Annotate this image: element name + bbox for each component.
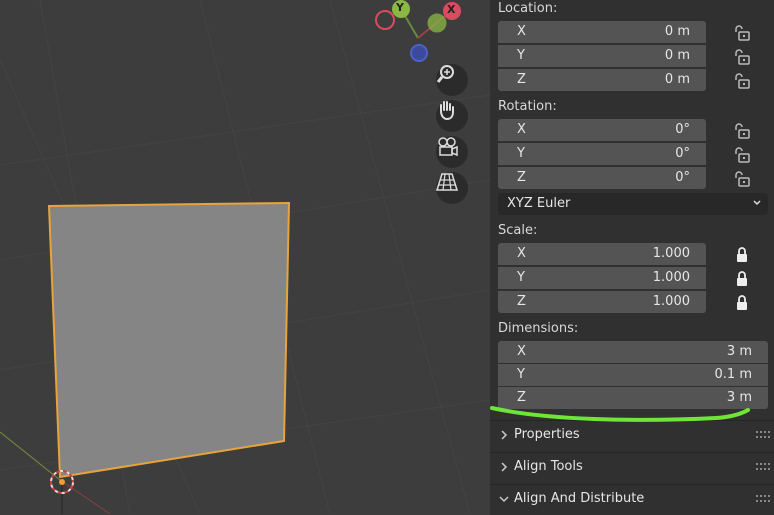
camera-icon <box>438 137 458 157</box>
axis-label: Y <box>517 270 525 285</box>
lock-open-icon[interactable] <box>732 72 752 90</box>
pan-button[interactable] <box>436 100 468 132</box>
rotation-label: Rotation: <box>498 99 557 114</box>
camera-view-button[interactable] <box>436 136 468 168</box>
location-x-field[interactable]: X 0 m <box>498 21 706 43</box>
lock-open-icon[interactable] <box>732 122 752 140</box>
location-label: Location: <box>498 1 558 16</box>
gizmo-neg-x-icon <box>375 10 395 30</box>
zoom-button[interactable] <box>436 64 468 96</box>
scale-label: Scale: <box>498 223 538 238</box>
perspective-toggle-button[interactable] <box>436 172 468 204</box>
drag-grip-icon[interactable] <box>756 431 770 439</box>
drag-grip-icon[interactable] <box>756 463 770 471</box>
field-value: 1.000 <box>652 294 690 309</box>
lock-closed-icon[interactable] <box>732 246 752 264</box>
dimensions-label: Dimensions: <box>498 321 579 336</box>
grid-perspective-icon <box>436 173 458 191</box>
axis-label: Y <box>517 146 525 161</box>
axis-label: X <box>517 246 526 261</box>
axis-label: X <box>517 122 526 137</box>
y-axis-line <box>0 431 61 481</box>
lock-open-icon[interactable] <box>732 48 752 66</box>
rotation-mode-value: XYZ Euler <box>507 196 571 211</box>
axis-label: Y <box>517 367 525 382</box>
selected-wall-mesh[interactable] <box>47 201 291 479</box>
rotation-y-field[interactable]: Y 0° <box>498 143 706 165</box>
field-value: 0° <box>675 146 690 161</box>
annotation-underline <box>490 406 750 422</box>
chevron-right-icon <box>501 462 508 472</box>
viewport-canvas <box>0 0 490 514</box>
field-value: 3 m <box>726 344 752 359</box>
chevron-right-icon <box>501 430 508 440</box>
scale-x-field[interactable]: X 1.000 <box>498 243 706 265</box>
lock-open-icon[interactable] <box>732 24 752 42</box>
rotation-z-field[interactable]: Z 0° <box>498 167 706 189</box>
panel-title: Align Tools <box>514 459 583 474</box>
chevron-down-icon <box>753 200 761 206</box>
3d-viewport[interactable]: Y X <box>0 0 490 514</box>
location-z-field[interactable]: Z 0 m <box>498 69 706 91</box>
field-value: 1.000 <box>652 246 690 261</box>
rotation-x-field[interactable]: X 0° <box>498 119 706 141</box>
field-value: 0 m <box>664 48 690 63</box>
dimensions-x-field[interactable]: X 3 m <box>498 341 768 363</box>
gizmo-y-label: Y <box>396 1 404 14</box>
axis-label: X <box>517 24 526 39</box>
hand-pan-icon <box>440 101 454 120</box>
axis-label: Z <box>517 170 526 185</box>
axis-label: X <box>517 344 526 359</box>
field-value: 1.000 <box>652 270 690 285</box>
drag-grip-icon[interactable] <box>756 495 770 503</box>
scale-z-field[interactable]: Z 1.000 <box>498 291 706 313</box>
gizmo-x-label: X <box>447 3 456 16</box>
field-value: 0 m <box>664 24 690 39</box>
lock-open-icon[interactable] <box>732 146 752 164</box>
axis-label: Z <box>517 72 526 87</box>
dimensions-y-field[interactable]: Y 0.1 m <box>498 364 768 386</box>
axis-label: Z <box>517 294 526 309</box>
zoom-icon <box>436 65 454 83</box>
panel-title: Align And Distribute <box>514 491 645 506</box>
lock-closed-icon[interactable] <box>732 270 752 288</box>
x-axis-line <box>59 479 111 514</box>
location-y-field[interactable]: Y 0 m <box>498 45 706 67</box>
field-value: 0° <box>675 122 690 137</box>
scale-y-field[interactable]: Y 1.000 <box>498 267 706 289</box>
transform-sidebar: Location: X 0 m Y 0 m Z 0 m Rotation: X … <box>490 0 774 515</box>
align-and-distribute-panel-header[interactable]: Align And Distribute <box>490 485 774 515</box>
field-value: 0.1 m <box>714 367 752 382</box>
align-tools-panel-header[interactable]: Align Tools <box>490 453 774 483</box>
lock-closed-icon[interactable] <box>732 294 752 312</box>
lock-open-icon[interactable] <box>732 170 752 188</box>
axis-label: Y <box>517 48 525 63</box>
chevron-down-icon <box>499 496 509 503</box>
rotation-mode-dropdown[interactable]: XYZ Euler <box>498 193 768 215</box>
field-value: 0 m <box>664 72 690 87</box>
gizmo-neg-z-icon <box>410 44 428 62</box>
field-value: 0° <box>675 170 690 185</box>
gizmo-neg-y-icon <box>427 13 447 33</box>
